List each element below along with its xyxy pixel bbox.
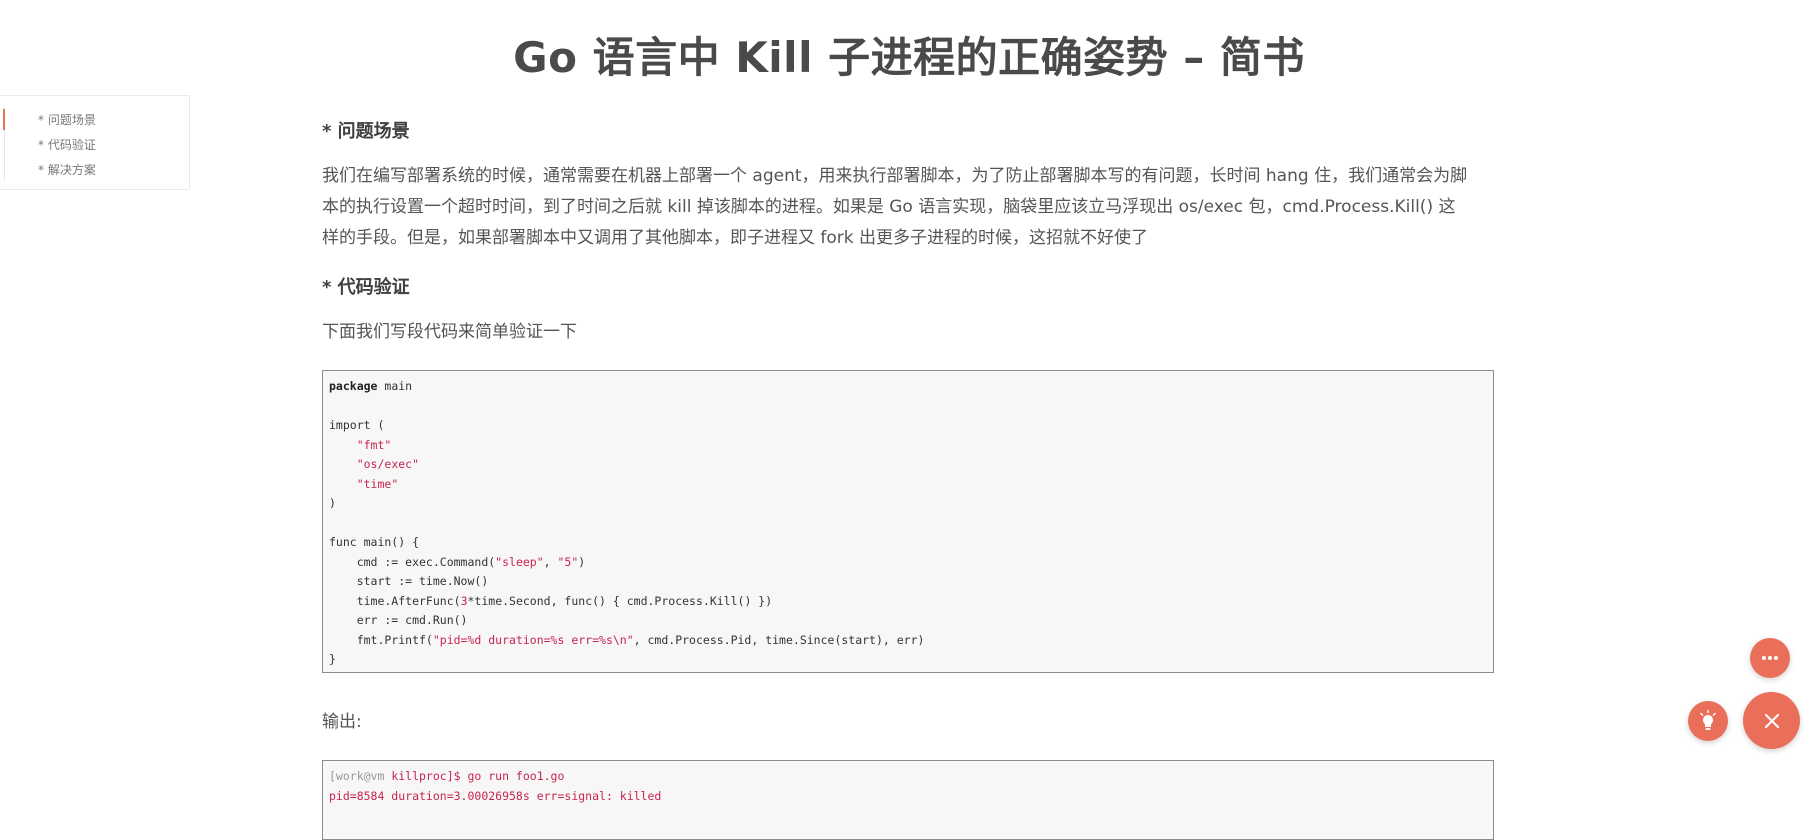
paragraph-line: 样的手段。但是，如果部署脚本中又调用了其他脚本，即子进程又 fork 出更多子进… [322,228,1149,248]
code-line: [work@vm killproc]$ go run foo1.go [329,767,1487,787]
code-line: func main() { [329,535,420,549]
code-line: err := cmd.Run() [329,613,468,627]
code-line: import ( [329,418,385,432]
code-line: package main [329,379,413,393]
code-block-foo1[interactable]: package main import ( "fmt" "os/exec" "t… [322,370,1494,673]
close-icon [1764,713,1779,728]
code-line: ) [329,496,336,510]
code-line: "fmt" [329,436,1487,456]
code-line: pid=8584 duration=3.00026958s err=signal… [329,788,662,803]
section-heading-problem-scene: * 问题场景 [322,121,410,142]
paragraph-line: 本的执行设置一个超时时间，到了时间之后就 kill 掉该脚本的进程。如果是 Go… [322,197,1456,217]
section1-paragraph: 我们在编写部署系统的时候，通常需要在机器上部署一个 agent，用来执行部署脚本… [322,161,1494,254]
code-line: } [329,652,336,666]
code-string: "os/exec" [356,457,420,471]
code-line: time.AfterFunc(3*time.Second, func() { c… [329,593,773,608]
code-line: start := time.Now() [329,574,489,588]
section2-intro: 下面我们写段代码来简单验证一下 [322,322,577,342]
code-number: 3 [460,593,468,608]
code-line: "os/exec" [329,455,1487,475]
code-line: cmd := exec.Command("sleep", "5") [329,554,586,569]
code-block-output[interactable]: [work@vm killproc]$ go run foo1.go pid=8… [322,760,1494,840]
code-string: "sleep" [495,554,544,569]
lightbulb-icon [1700,710,1716,730]
code-keyword: package [329,379,378,393]
more-dots-icon [1762,656,1778,660]
toc-item-problem-scene[interactable]: * 问题场景 [38,111,96,128]
code-string: "pid=%d duration=%s err=%s\n" [432,632,634,647]
more-button[interactable] [1750,638,1790,678]
output-label: 输出: [322,712,362,732]
shell-command: killproc]$ go run foo1.go [391,769,565,783]
toc-item-solution[interactable]: * 解决方案 [38,161,96,178]
close-button[interactable] [1743,692,1800,749]
toc-item-code-verification[interactable]: * 代码验证 [38,136,96,153]
page-title: Go 语言中 Kill 子进程的正确姿势 – 简书 [513,33,1305,82]
code-string: "time" [356,476,399,491]
code-string: "5" [557,554,579,569]
shell-prompt: [work@vm [329,769,392,783]
lightbulb-button[interactable] [1688,701,1728,741]
paragraph-line: 我们在编写部署系统的时候，通常需要在机器上部署一个 agent，用来执行部署脚本… [322,166,1468,186]
code-line: fmt.Printf("pid=%d duration=%s err=%s\n"… [329,632,925,647]
code-string: "fmt" [356,437,392,452]
section-heading-code-verification: * 代码验证 [322,277,410,298]
table-of-contents: * 问题场景 * 代码验证 * 解决方案 [0,95,190,190]
code-line: "time" [329,475,1487,495]
toc-active-indicator [3,109,5,130]
